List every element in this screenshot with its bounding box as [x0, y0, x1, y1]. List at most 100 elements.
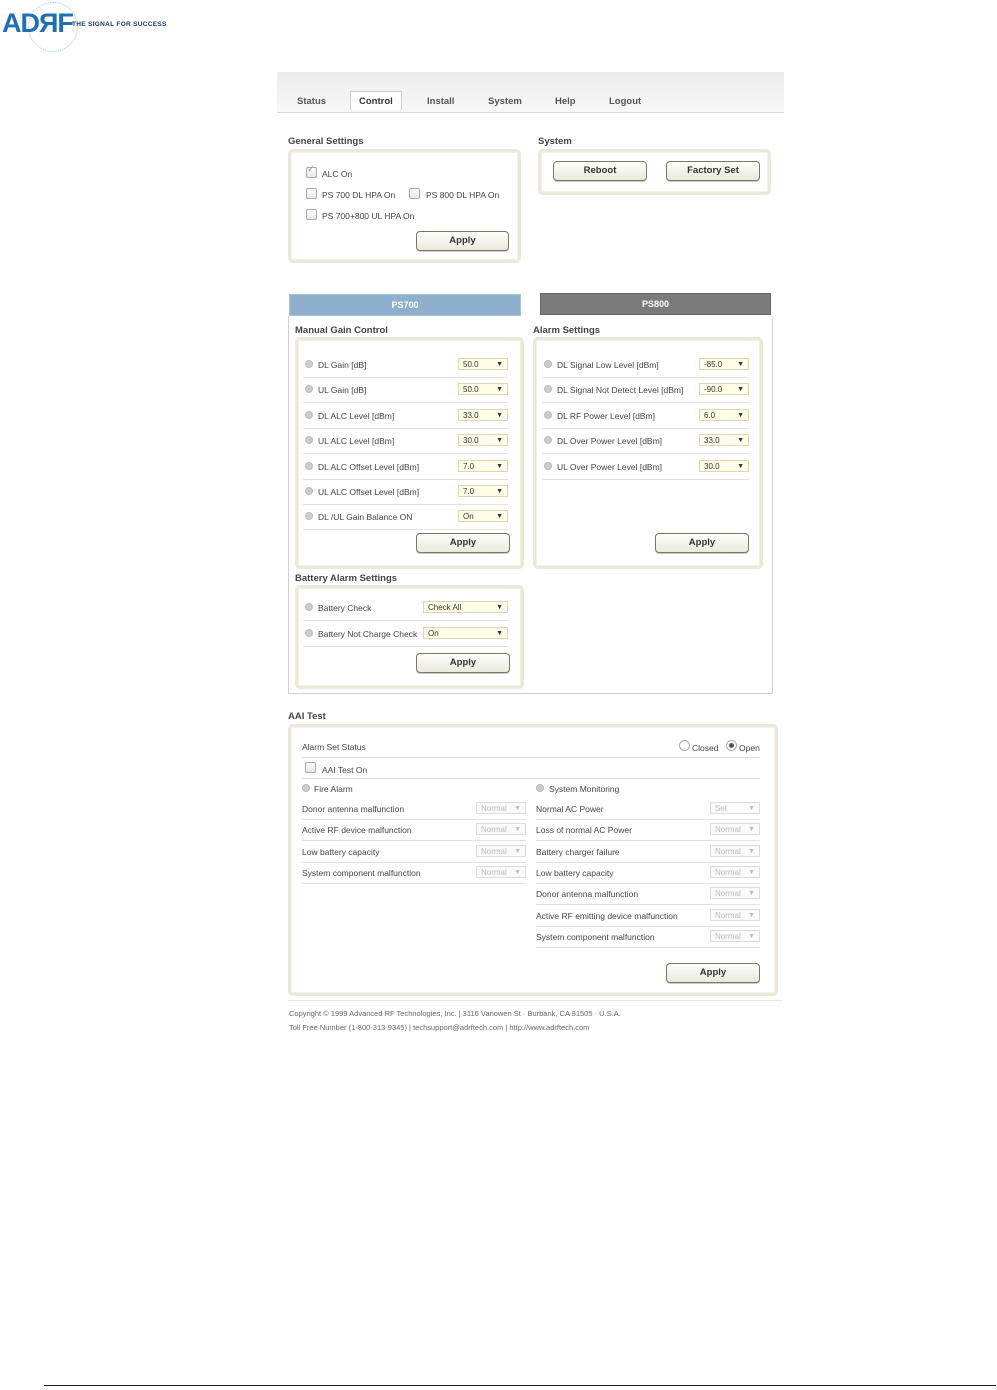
aai-row-select[interactable]: Normal ▼ — [476, 823, 526, 836]
row-value-select[interactable]: 6.0 ▼ — [699, 408, 749, 421]
row-label: UL ALC Offset Level [dBm] — [318, 487, 420, 497]
row-bullet-icon — [305, 461, 313, 470]
general-settings-title: General Settings — [288, 136, 364, 147]
row-value-select[interactable]: 30.0 ▼ — [699, 459, 749, 472]
aai-row-select[interactable]: Normal ▼ — [710, 887, 760, 900]
row-label: DL ALC Level [dBm] — [318, 410, 395, 421]
system-title: System — [538, 136, 572, 147]
select-value: 6.0 — [704, 410, 716, 420]
tab-logout[interactable]: Logout — [609, 96, 641, 107]
system-monitoring-bullet-icon — [536, 784, 544, 792]
open-label: Open — [739, 743, 760, 753]
alarm-settings-apply-button[interactable]: Apply — [655, 533, 749, 553]
row-bullet-icon — [305, 360, 313, 368]
row-value-select[interactable]: -90.0 ▼ — [699, 383, 749, 396]
dropdown-arrow-icon: ▼ — [496, 629, 503, 637]
row-label: DL Gain [dB] — [318, 360, 367, 370]
footer-copyright: Copyright © 1999 Advanced RF Technologie… — [289, 1009, 621, 1018]
tab-control[interactable]: Control — [350, 91, 402, 110]
select-value: Normal — [715, 867, 741, 877]
settings-row: Battery Check Check All ▼ — [303, 595, 508, 621]
aai-row-select[interactable]: Normal ▼ — [476, 802, 526, 814]
tab-install[interactable]: Install — [427, 96, 454, 107]
row-bullet-icon — [544, 385, 552, 394]
closed-radio[interactable] — [679, 740, 690, 751]
aai-row-select[interactable]: Normal ▼ — [710, 844, 760, 857]
row-value-select[interactable]: 50.0 ▼ — [458, 383, 508, 396]
row-value-select[interactable]: 7.0 ▼ — [458, 485, 508, 497]
dropdown-arrow-icon: ▼ — [514, 805, 521, 812]
open-radio[interactable] — [726, 740, 737, 751]
select-value: Check All — [428, 603, 462, 612]
dropdown-arrow-icon: ▼ — [737, 462, 744, 470]
row-value-select[interactable]: 33.0 ▼ — [699, 434, 749, 447]
tab-ps800[interactable]: PS800 — [540, 293, 771, 315]
alarm-settings-title: Alarm Settings — [533, 325, 601, 336]
ps700-dl-hpa-checkbox[interactable] — [306, 188, 317, 199]
row-value-select[interactable]: Check All ▼ — [423, 601, 508, 613]
aai-row-select[interactable]: Set ▼ — [710, 802, 760, 814]
row-bullet-icon — [305, 385, 313, 394]
tab-system[interactable]: System — [488, 96, 522, 107]
general-apply-button[interactable]: Apply — [416, 231, 509, 251]
battery-apply-button[interactable]: Apply — [416, 653, 510, 673]
aai-row-label: Active RF device malfunction — [302, 825, 412, 836]
aai-row-select[interactable]: Normal ▼ — [476, 844, 526, 857]
row-value-select[interactable]: On ▼ — [458, 510, 508, 523]
row-value-select[interactable]: On ▼ — [423, 626, 508, 639]
select-value: 30.0 — [704, 461, 720, 471]
ps700-dl-hpa-label: PS 700 DL HPA On — [322, 190, 396, 200]
tab-status[interactable]: Status — [297, 96, 326, 107]
aai-row: Active RF device malfunction Normal ▼ — [302, 819, 526, 842]
tab-ps700[interactable]: PS700 — [289, 294, 521, 316]
row-value-select[interactable]: 33.0 ▼ — [458, 408, 508, 421]
settings-row: DL Gain [dB] 50.0 ▼ — [303, 352, 508, 378]
factory-set-button[interactable]: Factory Set — [666, 161, 760, 181]
alc-on-checkbox[interactable] — [306, 165, 317, 178]
aai-row-select[interactable]: Normal ▼ — [710, 929, 760, 942]
ps800-dl-hpa-checkbox[interactable] — [409, 188, 420, 199]
divider — [302, 778, 760, 779]
row-label: UL Gain [dB] — [318, 385, 367, 396]
row-value-select[interactable]: -85.0 ▼ — [699, 358, 749, 370]
select-value: On — [463, 512, 474, 522]
select-value: 33.0 — [704, 436, 720, 446]
select-value: 30.0 — [463, 436, 479, 446]
manual-gain-box: DL Gain [dB] 50.0 ▼ UL Gain [dB] 50.0 ▼ DL ALC… — [295, 337, 524, 569]
dropdown-arrow-icon: ▼ — [496, 513, 503, 521]
aai-test-on-checkbox[interactable] — [305, 762, 316, 773]
dropdown-arrow-icon: ▼ — [748, 911, 755, 919]
dropdown-arrow-icon: ▼ — [737, 386, 744, 394]
settings-row: DL ALC Level [dBm] 33.0 ▼ — [303, 403, 508, 429]
aai-row-select[interactable]: Normal ▼ — [710, 865, 760, 878]
select-value: 7.0 — [463, 461, 475, 471]
aai-row: Battery charger failure Normal ▼ — [536, 841, 760, 863]
aai-apply-button[interactable]: Apply — [666, 963, 760, 983]
select-value: 50.0 — [463, 385, 479, 395]
aai-test-box: Alarm Set Status Closed Open AAI Test On… — [288, 724, 778, 996]
aai-row-label: Normal AC Power — [536, 804, 604, 814]
tab-help[interactable]: Help — [555, 96, 576, 107]
manual-gain-apply-button[interactable]: Apply — [416, 533, 510, 553]
reboot-button[interactable]: Reboot — [553, 161, 647, 181]
row-label: UL Over Power Level [dBm] — [557, 461, 663, 472]
settings-row: DL RF Power Level [dBm] 6.0 ▼ — [542, 403, 749, 429]
aai-row-select[interactable]: Normal ▼ — [710, 823, 760, 836]
row-label: DL Over Power Level [dBm] — [557, 436, 663, 447]
aai-row-select[interactable]: Normal ▼ — [476, 865, 526, 878]
aai-row-label: System component malfunction — [536, 931, 655, 942]
app-window: Status Control Install System Help Logou… — [277, 72, 784, 1002]
row-value-select[interactable]: 7.0 ▼ — [458, 459, 508, 472]
row-value-select[interactable]: 30.0 ▼ — [458, 434, 508, 447]
dropdown-arrow-icon: ▼ — [514, 847, 521, 855]
ps800-dl-hpa-label: PS 800 DL HPA On — [426, 190, 500, 200]
select-value: 7.0 — [463, 487, 475, 496]
select-value: 50.0 — [463, 360, 479, 369]
dropdown-arrow-icon: ▼ — [496, 361, 503, 368]
aai-row: Active RF emitting device malfunction Nor… — [536, 905, 760, 927]
row-bullet-icon — [305, 436, 313, 445]
aai-row-select[interactable]: Normal ▼ — [710, 908, 760, 921]
dropdown-arrow-icon: ▼ — [496, 488, 503, 495]
ps-ul-hpa-checkbox[interactable] — [306, 209, 317, 220]
row-value-select[interactable]: 50.0 ▼ — [458, 358, 508, 370]
